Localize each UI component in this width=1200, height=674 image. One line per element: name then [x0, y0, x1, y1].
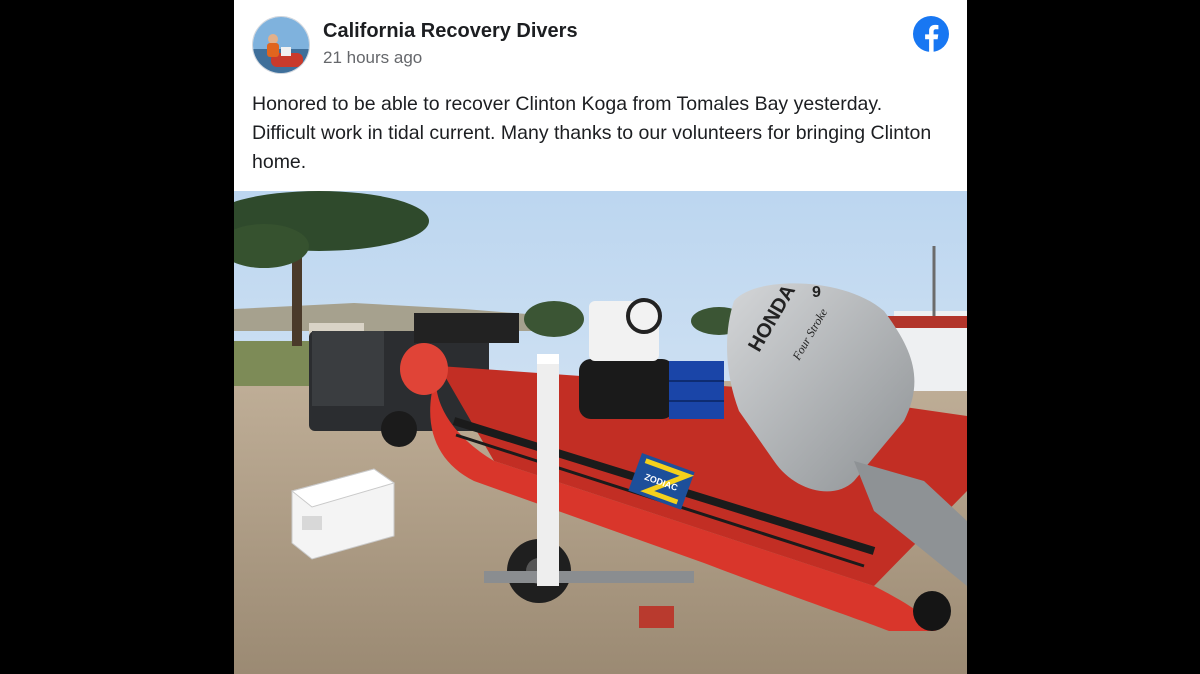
screen: California Recovery Divers 21 hours ago … [0, 0, 1200, 674]
post-timestamp[interactable]: 21 hours ago [323, 48, 422, 68]
avatar-image [253, 17, 309, 73]
facebook-post: California Recovery Divers 21 hours ago … [234, 0, 967, 674]
post-author[interactable]: California Recovery Divers [323, 20, 578, 43]
svg-text:9: 9 [812, 284, 821, 301]
facebook-icon[interactable] [912, 15, 950, 53]
boat-photo: ZODIAC HONDA Four Stroke 9 [234, 191, 967, 674]
post-header: California Recovery Divers 21 hours ago [234, 0, 967, 80]
post-caption: Honored to be able to recover Clinton Ko… [252, 93, 932, 173]
avatar[interactable] [252, 16, 310, 74]
post-photo[interactable]: ZODIAC HONDA Four Stroke 9 [234, 191, 967, 674]
